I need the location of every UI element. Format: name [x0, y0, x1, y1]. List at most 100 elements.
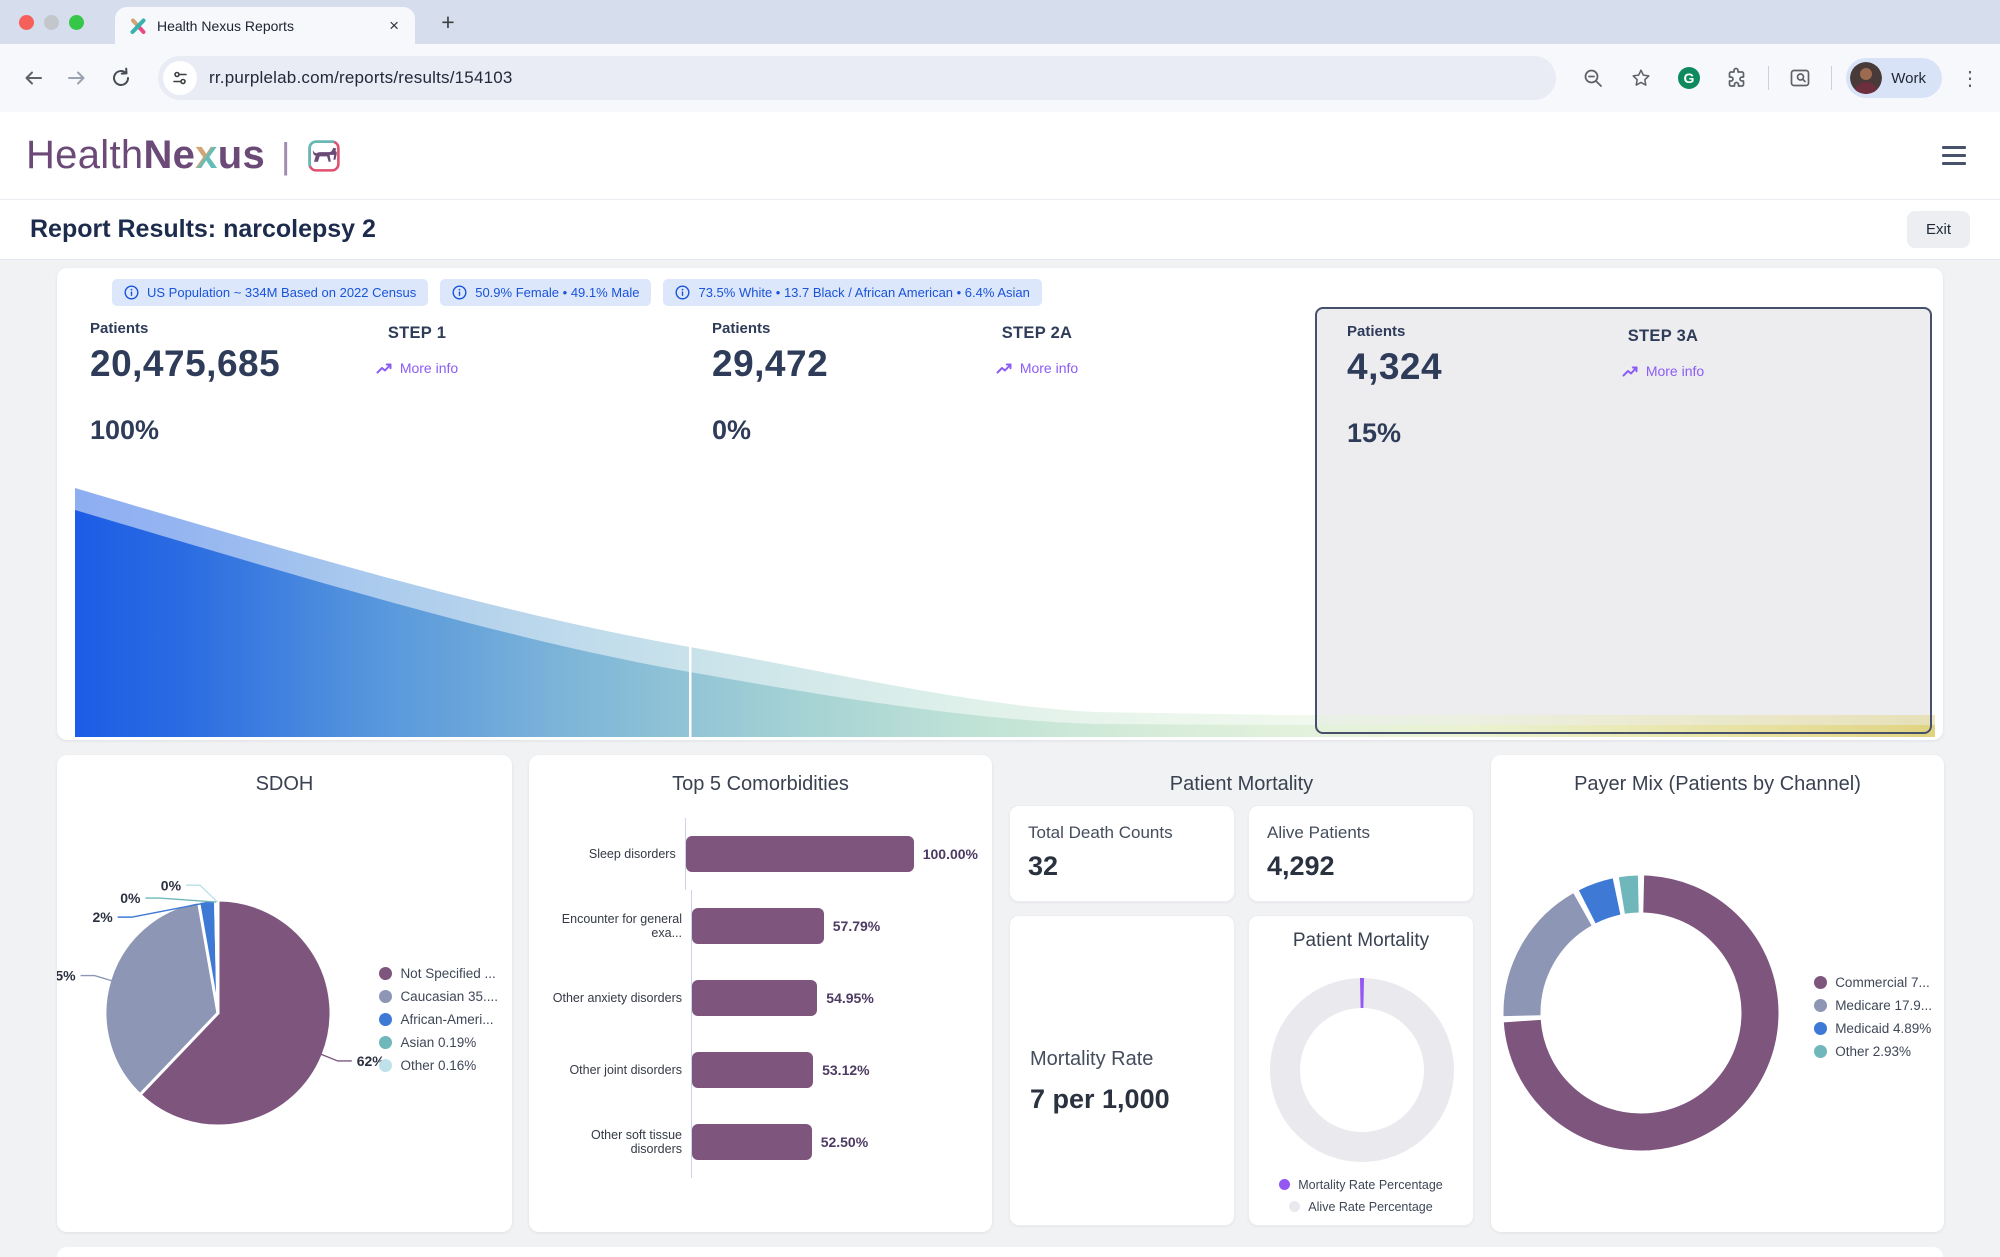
bar [692, 980, 817, 1016]
bar-row: Other joint disorders53.12% [539, 1034, 978, 1106]
legend-dot [379, 1013, 392, 1026]
window-controls [19, 15, 84, 30]
browser-tab-strip: Health Nexus Reports × + [0, 0, 2000, 44]
zoom-window-button[interactable] [69, 15, 84, 30]
bar-value-label: 52.50% [821, 1134, 868, 1150]
step-label: STEP 3A [1523, 327, 1803, 346]
trending-up-icon [376, 362, 393, 375]
comorbidities-bar-chart: Sleep disorders100.00%Encounter for gene… [539, 818, 978, 1178]
bar-value-label: 54.95% [826, 990, 873, 1006]
legend-item[interactable]: Not Specified ... [379, 962, 498, 984]
main-content: US Population ~ 334M Based on 2022 Censu… [0, 260, 2000, 1257]
legend-label: Other 0.16% [400, 1058, 476, 1073]
population-chip[interactable]: US Population ~ 334M Based on 2022 Censu… [112, 279, 428, 306]
legend-item[interactable]: Other 2.93% [1814, 1040, 1932, 1062]
pie-slice-label: 0% [120, 890, 141, 906]
logo-separator: | [281, 135, 290, 177]
new-tab-button[interactable]: + [434, 8, 462, 36]
legend-item[interactable]: Mortality Rate Percentage [1279, 1175, 1443, 1194]
step-label: STEP 2A [897, 324, 1177, 343]
mortality-section-title: Patient Mortality [1009, 755, 1474, 796]
site-settings-icon[interactable] [163, 61, 197, 95]
forward-button[interactable] [60, 61, 94, 95]
bar-row: Other soft tissue disorders52.50% [539, 1106, 978, 1178]
hamburger-menu-icon[interactable] [1938, 142, 1970, 169]
exit-button[interactable]: Exit [1907, 211, 1970, 248]
legend-dot [1279, 1179, 1290, 1190]
mortality-rate-label: Mortality Rate [1030, 1048, 1153, 1071]
race-chip[interactable]: 73.5% White • 13.7 Black / African Ameri… [663, 279, 1041, 306]
sdoh-card: SDOH 62%35%2%0%0% Not Specified ...Cauca… [57, 755, 512, 1232]
legend-item[interactable]: Other 0.16% [379, 1054, 498, 1076]
bar-zone: 54.95% [691, 962, 978, 1034]
legend-item[interactable]: Caucasian 35.... [379, 985, 498, 1007]
site-logo[interactable]: HealthNexus | [26, 133, 342, 178]
minimize-window-button[interactable] [44, 15, 59, 30]
patient-mortality-section: Patient Mortality Total Death Counts 32 … [1009, 755, 1474, 1232]
patients-percent: 100% [90, 415, 280, 446]
more-info-link[interactable]: More info [277, 360, 557, 376]
bar-row: Encounter for general exa... 57.79% [539, 890, 978, 962]
patients-label: Patients [90, 320, 280, 337]
info-icon [675, 285, 690, 300]
legend-item[interactable]: African-Ameri... [379, 1008, 498, 1030]
back-button[interactable] [16, 61, 50, 95]
bar-category-label: Other joint disorders [539, 1063, 691, 1077]
mortality-donut-chart [1249, 960, 1475, 1172]
more-info-label: More info [400, 360, 458, 376]
bar-value-label: 57.79% [833, 918, 880, 934]
toolbar-divider [1768, 66, 1769, 90]
reload-button[interactable] [104, 61, 138, 95]
extensions-puzzle-icon[interactable] [1720, 61, 1754, 95]
legend-dot [1814, 976, 1827, 989]
legend-item[interactable]: Medicare 17.9... [1814, 994, 1932, 1016]
alive-patients-value: 4,292 [1249, 843, 1473, 882]
more-info-link[interactable]: More info [1523, 363, 1803, 379]
profile-chip[interactable]: Work [1846, 58, 1942, 98]
browser-toolbar: rr.purplelab.com/reports/results/154103 … [0, 44, 2000, 112]
comorbidities-card: Top 5 Comorbidities Sleep disorders100.0… [529, 755, 992, 1232]
legend-item[interactable]: Alive Rate Percentage [1289, 1197, 1432, 1216]
next-section-card [57, 1247, 1943, 1257]
funnel-step1-stats: Patients 20,475,685 100% [90, 320, 280, 446]
pie-slice-label: 0% [161, 877, 182, 893]
funnel-step-divider [689, 640, 692, 737]
legend-dot [1289, 1201, 1300, 1212]
bar-category-label: Encounter for general exa... [539, 912, 691, 940]
bar [692, 1124, 812, 1160]
bar-category-label: Sleep disorders [539, 847, 685, 861]
zoom-indicator-icon[interactable] [1576, 61, 1610, 95]
legend-dot [379, 967, 392, 980]
gender-chip[interactable]: 50.9% Female • 49.1% Male [440, 279, 651, 306]
patients-value: 20,475,685 [90, 343, 280, 385]
patients-value: 29,472 [712, 343, 828, 385]
mortality-rate-value: 7 per 1,000 [1030, 1084, 1170, 1115]
bar-row: Other anxiety disorders54.95% [539, 962, 978, 1034]
side-panel-search-button[interactable] [1783, 61, 1817, 95]
info-icon [124, 285, 139, 300]
site-logo-text: HealthNexus [26, 133, 265, 178]
browser-tab[interactable]: Health Nexus Reports × [115, 7, 415, 44]
alive-patients-label: Alive Patients [1249, 806, 1473, 843]
address-bar[interactable]: rr.purplelab.com/reports/results/154103 [158, 56, 1556, 100]
tab-close-icon[interactable]: × [387, 16, 401, 36]
grammarly-extension-icon[interactable]: G [1672, 61, 1706, 95]
legend-item[interactable]: Commercial 7... [1814, 971, 1932, 993]
patients-percent: 0% [712, 415, 828, 446]
more-info-link[interactable]: More info [897, 360, 1177, 376]
site-header: HealthNexus | [0, 112, 2000, 200]
browser-menu-kebab-icon[interactable]: ⋮ [1956, 66, 1984, 91]
legend-item[interactable]: Medicaid 4.89% [1814, 1017, 1932, 1039]
avatar [1850, 62, 1882, 94]
bookmark-star-button[interactable] [1624, 61, 1658, 95]
more-info-label: More info [1020, 360, 1078, 376]
total-death-label: Total Death Counts [1010, 806, 1234, 843]
close-window-button[interactable] [19, 15, 34, 30]
legend-item[interactable]: Asian 0.19% [379, 1031, 498, 1053]
funnel-step2-stats: Patients 29,472 0% [712, 320, 828, 446]
mortality-rate-card: Mortality Rate 7 per 1,000 [1009, 915, 1235, 1226]
funnel-step3-stats: Patients 4,324 15% [1347, 323, 1442, 449]
donut-segment [1622, 894, 1638, 896]
payer-mix-card: Payer Mix (Patients by Channel) Commerci… [1491, 755, 1944, 1232]
pie-slice [217, 900, 218, 1013]
